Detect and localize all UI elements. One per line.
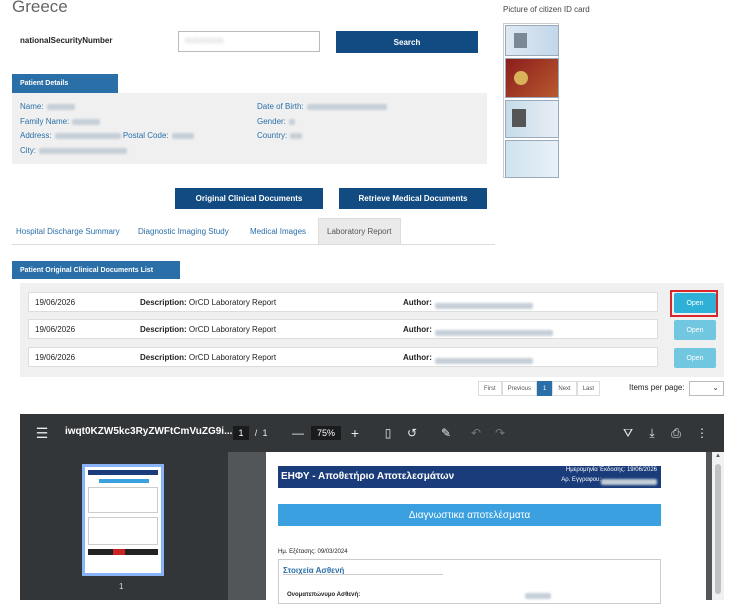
document-description: Description: OrCD Laboratory Report: [140, 353, 277, 362]
patient-details-header: Patient Details: [12, 74, 118, 93]
gender-label: Gender:: [257, 117, 286, 126]
items-per-page-select[interactable]: ⌄: [689, 381, 724, 396]
original-clinical-documents-button[interactable]: Original Clinical Documents: [175, 188, 323, 209]
open-button-highlight: [670, 290, 718, 317]
drive-save-icon[interactable]: ⛛: [618, 414, 638, 452]
patient-details-panel: Name: Family Name: Address: Postal Code:…: [12, 93, 487, 164]
pagination-next[interactable]: Next: [552, 381, 577, 396]
print-icon[interactable]: ⎙: [666, 414, 686, 452]
pdf-results-banner: Διαγνωστικα αποτελέσματα: [278, 504, 661, 526]
city-field: City:: [20, 146, 127, 155]
city-label: City:: [20, 146, 36, 155]
more-options-icon[interactable]: ⋮: [692, 414, 712, 452]
document-row: 19/06/2026 Description: OrCD Laboratory …: [28, 319, 658, 339]
family-name-label: Family Name:: [20, 117, 70, 126]
nsn-label: nationalSecurityNumber: [20, 36, 113, 45]
tab-hospital-discharge-summary[interactable]: Hospital Discharge Summary: [12, 218, 124, 244]
search-button[interactable]: Search: [336, 31, 478, 53]
page-total: 1: [262, 428, 268, 438]
pdf-doc-title: ΕΗΦΥ - Αποθετήριο Αποτελεσμάτων: [281, 471, 455, 482]
document-author: Author:: [403, 325, 553, 336]
document-author: Author:: [403, 353, 533, 364]
tab-medical-images[interactable]: Medical Images: [246, 218, 310, 244]
pdf-patient-section: Στοιχεία Ασθενή Ονοματεπώνυμο Ασθενή:: [278, 559, 661, 604]
pagination: First Previous 1 Next Last: [478, 381, 601, 396]
id-card-image-strip: [503, 23, 559, 178]
name-field: Name:: [20, 102, 75, 111]
document-row: 19/06/2026 Description: OrCD Laboratory …: [28, 347, 658, 367]
items-per-page-label: Items per page:: [629, 383, 685, 392]
fit-page-icon[interactable]: ▯: [378, 414, 398, 452]
rotate-icon[interactable]: ↺: [402, 414, 422, 452]
id-card-front-image: [505, 25, 559, 56]
zoom-out-button[interactable]: —: [288, 414, 308, 452]
pdf-exam-date: Ημ. Εξέτασης: 09/03/2024: [278, 549, 348, 555]
documents-list-panel: 19/06/2026 Description: OrCD Laboratory …: [20, 283, 724, 377]
undo-icon[interactable]: ↶: [466, 414, 486, 452]
page-separator: /: [254, 428, 258, 438]
nsn-input[interactable]: 0101010101: [178, 31, 320, 52]
family-name-field: Family Name:: [20, 117, 101, 126]
document-author: Author:: [403, 298, 533, 309]
document-description: Description: OrCD Laboratory Report: [140, 325, 277, 334]
passport-image: [505, 58, 559, 98]
pdf-issue-date: Ημερομηνία Έκδοσης: 19/06/2026: [565, 467, 657, 473]
id-card-back-image: [505, 140, 559, 178]
address-label: Address:: [20, 131, 52, 140]
name-label: Name:: [20, 102, 44, 111]
pdf-header-bar: ΕΗΦΥ - Αποθετήριο Αποτελεσμάτων Ημερομην…: [278, 466, 661, 488]
pagination-previous[interactable]: Previous: [501, 381, 538, 396]
postal-code-label: Postal Code:: [122, 131, 169, 140]
pdf-scrollbar[interactable]: ▲: [712, 452, 724, 600]
document-date: 19/06/2026: [35, 298, 76, 307]
tab-diagnostic-imaging-study[interactable]: Diagnostic Imaging Study: [134, 218, 233, 244]
document-date: 19/06/2026: [35, 325, 76, 334]
nsn-value: 0101010101: [185, 38, 224, 45]
document-row: 19/06/2026 Description: OrCD Laboratory …: [28, 292, 658, 312]
thumbnail-page-number: 1: [119, 582, 124, 591]
annotate-icon[interactable]: ✎: [436, 414, 456, 452]
document-description: Description: OrCD Laboratory Report: [140, 298, 277, 307]
download-icon[interactable]: ⤓: [642, 414, 662, 452]
pdf-filename: iwqt0KZW5kc3RyZWFtCmVuZG9i...: [65, 426, 233, 437]
id-picture-label: Picture of citizen ID card: [503, 5, 590, 14]
chevron-down-icon: ⌄: [712, 383, 719, 392]
pdf-document-area: ΕΗΦΥ - Αποθετήριο Αποτελεσμάτων Ημερομην…: [228, 452, 724, 604]
pagination-last[interactable]: Last: [576, 381, 601, 396]
id-card-photo-image: [505, 100, 559, 138]
country-field: Country:: [257, 131, 303, 140]
pdf-thumbnail-sidebar: 1: [20, 452, 228, 600]
redo-icon[interactable]: ↷: [490, 414, 510, 452]
open-button[interactable]: Open: [674, 348, 716, 368]
pagination-page[interactable]: 1: [537, 381, 553, 396]
pdf-toolbar: ☰ iwqt0KZW5kc3RyZWFtCmVuZG9i... 1 / 1 — …: [20, 414, 724, 452]
pdf-fullname-label: Ονοματεπώνυμο Ασθενή:: [287, 592, 361, 598]
retrieve-medical-documents-button[interactable]: Retrieve Medical Documents: [339, 188, 487, 209]
pagination-first[interactable]: First: [478, 381, 502, 396]
country-title: Greece: [12, 0, 68, 16]
pdf-reg-number: Αρ. Εγγραφου:: [561, 477, 601, 483]
open-button[interactable]: Open: [674, 320, 716, 340]
gender-field: Gender:: [257, 117, 295, 126]
address-field: Address: Postal Code:: [20, 131, 194, 140]
zoom-input[interactable]: 75%: [311, 426, 341, 440]
document-tabs: Hospital Discharge Summary Diagnostic Im…: [12, 218, 495, 245]
menu-icon[interactable]: ☰: [30, 414, 54, 452]
pdf-page: ΕΗΦΥ - Αποθετήριο Αποτελεσμάτων Ημερομην…: [266, 452, 706, 604]
page-number-input[interactable]: 1: [233, 426, 249, 440]
dob-label: Date of Birth:: [257, 102, 304, 111]
tab-laboratory-report[interactable]: Laboratory Report: [318, 218, 401, 244]
document-date: 19/06/2026: [35, 353, 76, 362]
zoom-in-button[interactable]: +: [345, 414, 365, 452]
documents-list-header: Patient Original Clinical Documents List: [12, 261, 180, 279]
country-label: Country:: [257, 131, 288, 140]
dob-field: Date of Birth:: [257, 102, 387, 111]
page-thumbnail[interactable]: [82, 464, 164, 576]
